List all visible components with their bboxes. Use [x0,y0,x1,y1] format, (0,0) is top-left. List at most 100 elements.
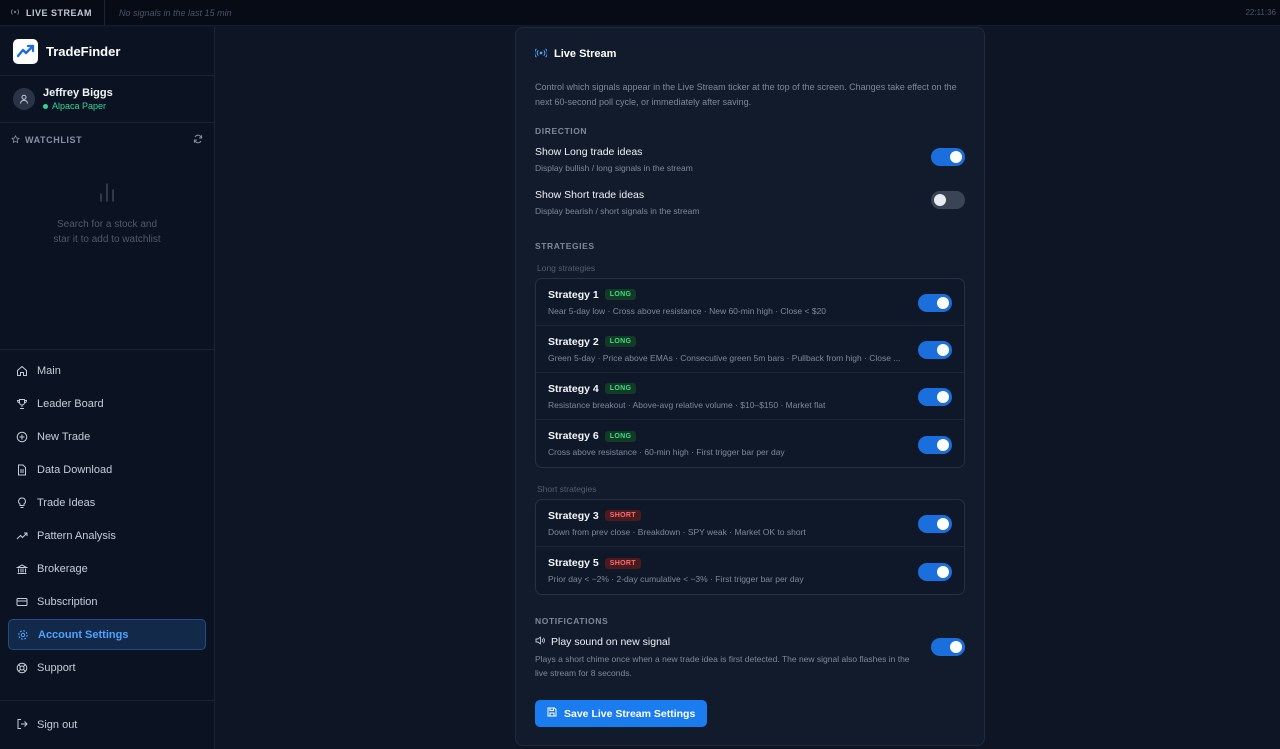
show-short-toggle[interactable] [931,191,965,209]
nav-item-data-download[interactable]: Data Download [8,454,206,485]
long-badge: LONG [604,336,637,347]
nav-label: New Trade [37,430,91,443]
strategy-name: Strategy 1 [548,288,599,301]
lifebuoy-icon [16,662,28,674]
strategy-name: Strategy 4 [548,382,599,395]
strategy-name: Strategy 6 [548,430,599,442]
user-name: Jeffrey Biggs [43,87,113,99]
brand-name: TradeFinder [46,43,121,59]
nav-item-support[interactable]: Support [8,652,206,683]
ticker-clock: 22:11:36 [1245,8,1276,17]
nav-item-new-trade[interactable]: New Trade [8,421,206,452]
broadcast-icon [10,8,20,18]
star-icon [11,134,20,146]
bank-icon [16,563,28,575]
ticker-label-text: LIVE STREAM [26,7,93,18]
strategy-name: Strategy 3 [548,509,599,522]
short-badge: SHORT [604,557,641,569]
save-button-label: Save Live Stream Settings [564,707,696,720]
broadcast-icon [534,47,548,61]
strategy-2-toggle[interactable] [918,341,952,359]
home-icon [16,365,28,377]
sign-out-button[interactable]: Sign out [0,700,214,749]
strategy-name: Strategy 2 [548,335,599,348]
long-badge: LONG [604,289,637,300]
nav-item-account-settings[interactable]: Account Settings [8,619,206,650]
show-long-toggle[interactable] [931,148,965,166]
show-long-row: Show Long trade ideas Display bullish / … [535,146,965,173]
user-account: Alpaca Paper [43,101,113,111]
ticker-label: LIVE STREAM [0,0,106,26]
sound-toggle[interactable] [931,638,965,656]
sound-title-text: Play sound on new signal [551,636,671,648]
nav-item-trade-ideas[interactable]: Trade Ideas [8,487,206,518]
plus-circle-icon [16,431,28,443]
strategy-row: Strategy 5 SHORT Prior day < −2% · 2-day… [536,547,964,594]
watchlist-title: WATCHLIST [25,135,83,145]
nav-item-main[interactable]: Main [8,355,206,386]
show-short-title: Show Short trade ideas [535,189,645,201]
short-strategies-label: Short strategies [537,484,597,494]
user-account-label: Alpaca Paper [52,101,107,111]
sign-out-icon [16,718,28,733]
bar-chart-icon [98,183,116,206]
show-short-row: Show Short trade ideas Display bearish /… [535,189,965,216]
show-long-title: Show Long trade ideas [535,146,643,158]
nav-item-pattern-analysis[interactable]: Pattern Analysis [8,520,206,551]
strategy-description: Prior day < −2% · 2-day cumulative < −3%… [548,574,804,584]
strategy-description: Near 5-day low · Cross above resistance … [548,305,827,316]
live-stream-ticker: LIVE STREAM No signals in the last 15 mi… [0,0,1280,26]
show-long-sub: Display bullish / long signals in the st… [535,163,693,173]
sound-row: Play sound on new signal Plays a short c… [535,636,965,680]
file-icon [16,464,28,476]
strategy-4-toggle[interactable] [918,388,952,406]
nav-item-brokerage[interactable]: Brokerage [8,553,206,584]
live-stream-settings-panel: Live Stream Control which signals appear… [515,27,985,746]
speaker-icon [535,636,545,648]
strategy-description: Down from prev close · Breakdown · SPY w… [548,526,806,537]
brand[interactable]: TradeFinder [0,27,214,76]
user-profile[interactable]: Jeffrey Biggs Alpaca Paper [0,76,214,123]
strategy-1-toggle[interactable] [918,294,952,312]
save-live-stream-settings-button[interactable]: Save Live Stream Settings [535,700,708,727]
trend-icon [16,530,28,542]
short-strategies-group: Strategy 3 SHORT Down from prev close · … [535,499,965,595]
strategy-row: Strategy 1 LONG Near 5-day low · Cross a… [536,279,964,326]
card-icon [16,596,28,608]
strategies-section-label: STRATEGIES [535,241,595,251]
nav-item-subscription[interactable]: Subscription [8,586,206,617]
user-avatar-icon [13,88,35,110]
short-badge: SHORT [604,510,641,521]
nav-label: Pattern Analysis [37,529,116,542]
nav-label: Brokerage [37,562,88,575]
strategy-name: Strategy 5 [548,557,599,569]
watchlist-header: WATCHLIST [0,123,214,157]
long-strategies-group: Strategy 1 LONG Near 5-day low · Cross a… [535,278,965,468]
trend-logo-icon [13,38,38,64]
strategy-row: Strategy 3 SHORT Down from prev close · … [536,500,964,547]
main-nav: Main Leader Board New Trade Data Downloa… [0,350,214,683]
long-badge: LONG [604,383,637,394]
nav-label: Leader Board [37,397,104,410]
save-icon [547,707,557,720]
watchlist-empty-line2: star it to add to watchlist [53,234,161,245]
nav-label: Subscription [37,595,98,608]
nav-label: Trade Ideas [37,496,96,509]
strategy-row: Strategy 4 LONG Resistance breakout · Ab… [536,373,964,420]
long-badge: LONG [604,430,637,442]
strategy-6-toggle[interactable] [918,435,952,454]
notifications-section-label: NOTIFICATIONS [535,616,609,626]
nav-item-leader-board[interactable]: Leader Board [8,388,206,419]
trophy-icon [16,398,28,410]
refresh-icon[interactable] [193,131,203,149]
strategy-5-toggle[interactable] [918,562,952,581]
strategy-description: Cross above resistance · 60-min high · F… [548,447,785,457]
panel-description: Control which signals appear in the Live… [535,82,957,107]
strategy-row: Strategy 2 LONG Green 5-day · Price abov… [536,326,964,373]
sound-description: Plays a short chime once when a new trad… [535,654,910,678]
lightbulb-icon [16,496,28,509]
nav-label: Data Download [37,463,113,476]
long-strategies-label: Long strategies [537,263,596,273]
strategy-3-toggle[interactable] [918,515,952,533]
nav-label: Main [37,364,61,377]
